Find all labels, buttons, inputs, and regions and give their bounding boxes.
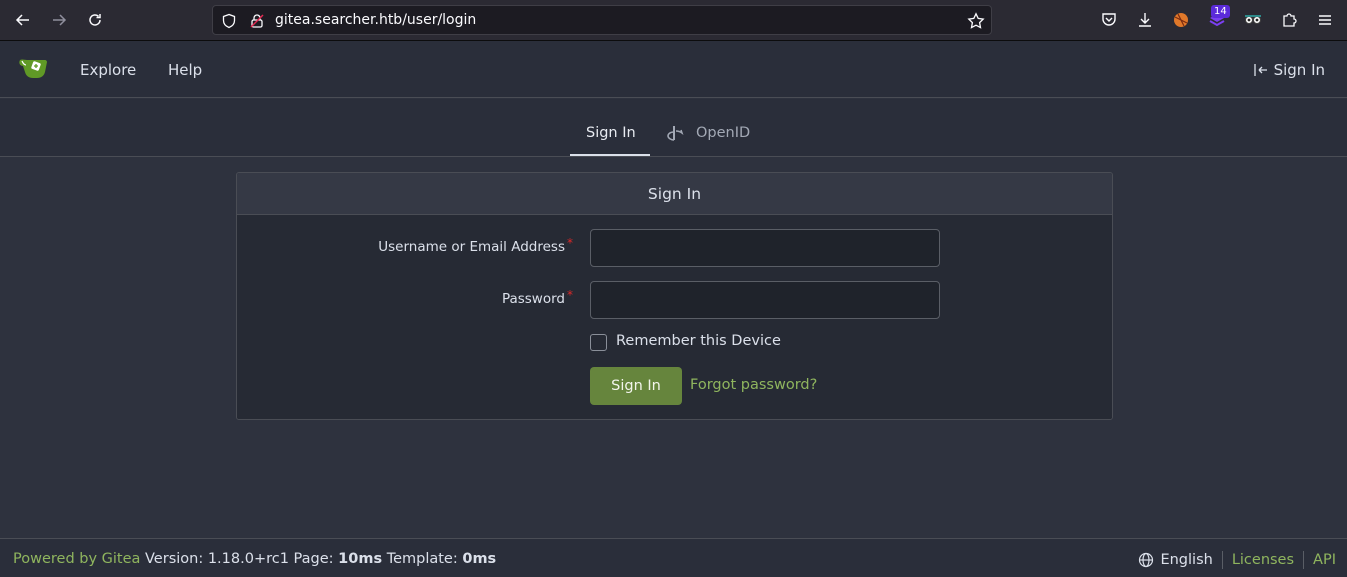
- sign-in-icon: [1253, 64, 1267, 76]
- gitea-logo-icon[interactable]: [18, 55, 50, 83]
- reload-icon: [89, 14, 101, 26]
- password-input[interactable]: [590, 281, 940, 319]
- remember-device-label[interactable]: Remember this Device: [616, 333, 781, 349]
- footer-divider: [1221, 551, 1223, 569]
- extension-ball-icon[interactable]: [1171, 10, 1191, 30]
- footer-divider: [1303, 551, 1305, 569]
- username-label: Username or Email Address *: [378, 236, 573, 255]
- extensions-puzzle-icon[interactable]: [1279, 10, 1299, 30]
- tab-active-indicator: [570, 154, 650, 156]
- back-button[interactable]: [10, 8, 36, 32]
- username-label-text: Username or Email Address: [378, 239, 565, 255]
- password-label-text: Password: [501, 291, 565, 307]
- template-time: 0ms: [462, 551, 497, 567]
- template-label: Template:: [386, 551, 458, 567]
- header-signin-link[interactable]: Sign In: [1253, 61, 1325, 79]
- signin-tabs: Sign In OpenID: [0, 99, 1347, 157]
- page-footer: Powered by Gitea Version: 1.18.0+rc1 Pag…: [0, 538, 1347, 577]
- username-input[interactable]: [590, 229, 940, 267]
- forgot-password-link[interactable]: Forgot password?: [690, 377, 817, 393]
- pocket-icon[interactable]: [1099, 10, 1119, 30]
- downloads-icon[interactable]: [1135, 10, 1155, 30]
- gitea-navbar: Explore Help Sign In: [0, 41, 1347, 98]
- bookmark-star-icon[interactable]: [967, 12, 985, 34]
- password-label: Password *: [501, 288, 573, 307]
- nav-help[interactable]: Help: [168, 61, 202, 79]
- shield-icon[interactable]: [221, 13, 237, 33]
- header-signin-label: Sign In: [1273, 61, 1325, 79]
- required-mark: *: [567, 236, 573, 250]
- url-bar[interactable]: gitea.searcher.htb/user/login: [212, 5, 992, 35]
- api-link[interactable]: API: [1313, 552, 1336, 568]
- forward-button[interactable]: [46, 8, 72, 32]
- menu-hamburger-icon[interactable]: [1315, 10, 1335, 30]
- tab-openid-label: OpenID: [696, 125, 751, 141]
- language-selector[interactable]: English: [1138, 552, 1213, 568]
- footer-links: English Licenses API: [1138, 551, 1336, 569]
- footer-version-info: Powered by Gitea Version: 1.18.0+rc1 Pag…: [13, 551, 496, 567]
- required-mark: *: [567, 288, 573, 302]
- forward-arrow-icon: [53, 14, 67, 26]
- back-arrow-icon: [15, 14, 29, 26]
- language-label: English: [1160, 552, 1213, 568]
- signin-submit-button[interactable]: Sign In: [590, 367, 682, 405]
- globe-icon: [1139, 552, 1154, 568]
- extension-mask-icon[interactable]: [1243, 10, 1263, 30]
- licenses-link[interactable]: Licenses: [1232, 552, 1294, 568]
- insecure-lock-icon[interactable]: [249, 13, 265, 33]
- signin-card-title: Sign In: [237, 173, 1112, 215]
- signin-form: Username or Email Address * Password * R…: [237, 215, 1112, 419]
- signin-card: Sign In Username or Email Address * Pass…: [236, 172, 1113, 420]
- nav-explore[interactable]: Explore: [80, 61, 136, 79]
- reload-button[interactable]: [82, 8, 108, 32]
- version-text: Version: 1.18.0+rc1 Page:: [145, 551, 334, 567]
- tab-openid[interactable]: OpenID: [666, 124, 750, 142]
- openid-icon: [667, 126, 684, 141]
- tab-signin[interactable]: Sign In: [586, 125, 636, 141]
- url-text[interactable]: gitea.searcher.htb/user/login: [275, 12, 476, 28]
- page-time: 10ms: [338, 551, 383, 567]
- browser-toolbar: gitea.searcher.htb/user/login 14: [0, 0, 1347, 41]
- extension-badge: 14: [1211, 5, 1230, 18]
- powered-by-link[interactable]: Powered by Gitea: [13, 551, 140, 567]
- remember-device-checkbox[interactable]: [590, 334, 607, 351]
